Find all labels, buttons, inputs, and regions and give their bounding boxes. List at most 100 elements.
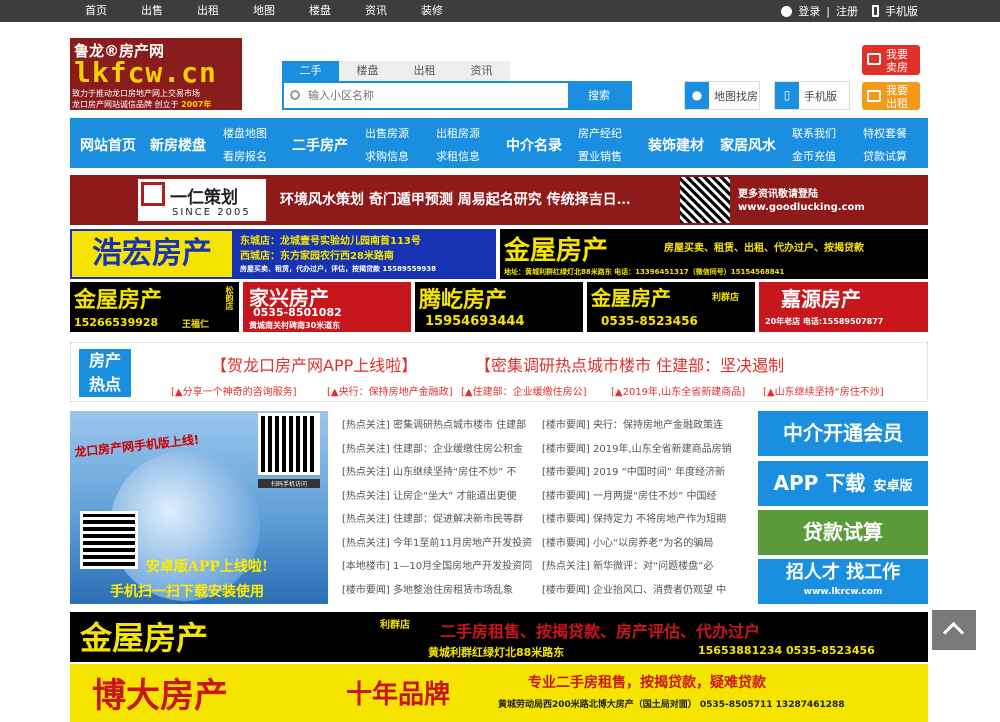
nav-fengshui[interactable]: 家居风水 — [720, 135, 776, 155]
topnav-news[interactable]: 资讯 — [348, 0, 404, 22]
top-nav: 首页 出售 出租 地图 楼盘 资讯 装修 — [68, 0, 460, 22]
list-item[interactable]: [热点关注] 住建部：促进解决新市民等群 — [342, 508, 538, 532]
list-item[interactable]: [楼市要闻] 小心“以房养老”为名的骗局 — [542, 532, 738, 556]
nav-decor[interactable]: 装饰建材 — [648, 135, 704, 155]
ad-jiaxing[interactable]: 家兴房产 0535-8501082 黄城南关村碑南30米道东 — [243, 282, 411, 332]
list-item[interactable]: [楼市要闻] 多地整治住房租赁市场乱象 — [342, 579, 538, 603]
nav-recharge[interactable]: 金币充值 — [792, 148, 836, 164]
hot-link-1[interactable]: [▲分享一个神奇的咨询服务] — [171, 383, 297, 398]
map-search-button[interactable]: ● 地图找房 — [684, 81, 760, 110]
nav-apply[interactable]: 看房报名 — [223, 148, 267, 164]
ad-liqun-name: 金屋房产 — [591, 286, 671, 310]
hot-link-5[interactable]: [▲山东继续坚持“房住不炒] — [763, 383, 884, 398]
ad-haohong[interactable]: 浩宏房产 东城店：龙城壹号实验幼儿园南首113号 西城店：东方家园农行西28米路… — [70, 229, 496, 279]
qr-code-icon — [80, 511, 138, 569]
search-tabs: 二手 楼盘 出租 资讯 — [282, 61, 510, 81]
ad-boda[interactable]: 博大房产 十年品牌 专业二手房租售，按揭贷款，疑难贷款 黄城劳动局西200米路北… — [70, 664, 928, 722]
mobile-site-label: 手机版 — [804, 89, 837, 103]
app-promo-banner[interactable]: 扫码手机访问 龙口房产网手机版上线! 安卓版APP上线啦! 手机扫一扫下载安装使… — [70, 411, 328, 604]
list-item[interactable]: [热点关注] 让房企“坐大” 才能道出更便 — [342, 485, 538, 509]
list-item[interactable]: [热点关注] 密集调研热点城市楼市 住建部 — [342, 414, 538, 438]
list-item[interactable]: [热点关注] 山东继续坚持“房住不炒” 不 — [342, 461, 538, 485]
search-button[interactable]: 搜索 — [568, 83, 630, 108]
list-item[interactable]: [楼市要闻] 2019 “中国时间” 年度经济新 — [542, 461, 738, 485]
nav-secondhand[interactable]: 二手房产 — [292, 135, 348, 155]
mobile-link[interactable]: 手机版 — [885, 3, 918, 19]
list-item[interactable]: [热点关注] 今年1至前11月房地产开发投资 — [342, 532, 538, 556]
nav-agents[interactable]: 中介名录 — [506, 135, 562, 155]
nav-loan[interactable]: 贷款试算 — [863, 148, 907, 164]
nav-vip[interactable]: 特权套餐 — [863, 125, 907, 141]
list-item[interactable]: [热点关注] 新华微评：对“问题楼盘”必 — [542, 555, 738, 579]
site-logo[interactable]: 鲁龙®房产网 lkfcw.cn 致力于推动龙口房地产网上交易市场 龙口房产网站诚… — [70, 38, 242, 110]
list-item[interactable]: [本地楼市] 1—10月全国房地产开发投资同 — [342, 555, 538, 579]
mobile-site-button[interactable]: ▯ 手机版 — [774, 81, 850, 110]
app-download-button[interactable]: APP 下载 安卓版 — [758, 461, 928, 506]
sell-label-2: 卖房 — [886, 61, 908, 74]
topnav-home[interactable]: 首页 — [68, 0, 124, 22]
topnav-sale[interactable]: 出售 — [124, 0, 180, 22]
tab-secondhand[interactable]: 二手 — [282, 61, 339, 81]
register-link[interactable]: 注册 — [836, 3, 858, 19]
list-item[interactable]: [楼市要闻] 保持定力 不将房地产作为短期 — [542, 508, 738, 532]
nav-buy[interactable]: 求购信息 — [365, 148, 409, 164]
jobs-button[interactable]: 招人才 找工作 www.lkrcw.com — [758, 559, 928, 604]
list-item[interactable]: [楼市要闻] 一月两提“房住不炒” 中国经 — [542, 485, 738, 509]
hot-label-2: 热点 — [88, 375, 121, 394]
tab-estates[interactable]: 楼盘 — [339, 61, 396, 81]
phone-icon — [872, 5, 879, 17]
hot-link-4[interactable]: [▲2019年,山东全省新建商品] — [611, 383, 745, 398]
nav-contact[interactable]: 联系我们 — [792, 125, 836, 141]
nav-broker[interactable]: 房产经纪 — [578, 125, 622, 141]
qr-code-icon — [680, 177, 730, 223]
nav-owner[interactable]: 置业销售 — [578, 148, 622, 164]
rent-out-button[interactable]: 我要 出租 — [862, 82, 920, 110]
agent-membership-button[interactable]: 中介开通会员 — [758, 411, 928, 456]
ad-haohong-line1: 东城店：龙城壹号实验幼儿园南首113号 — [240, 236, 421, 247]
ad-bottom-name: 金屋房产 — [80, 619, 209, 657]
topnav-rent[interactable]: 出租 — [180, 0, 236, 22]
nav-newhouse[interactable]: 新房楼盘 — [150, 135, 206, 155]
list-item[interactable]: [楼市要闻] 央行：保持房地产金融政策连 — [542, 414, 738, 438]
list-item[interactable]: [楼市要闻] 企业抬风口、消费者仍观望 中 — [542, 579, 738, 603]
back-to-top-button[interactable] — [932, 610, 976, 650]
hot-link-2[interactable]: [▲央行：保持房地产金融政] — [327, 383, 453, 398]
tab-rent[interactable]: 出租 — [396, 61, 453, 81]
list-item[interactable]: [楼市要闻] 2019年,山东全省新建商品房销 — [542, 438, 738, 462]
rent-label-1: 我要 — [886, 84, 908, 97]
topnav-estates[interactable]: 楼盘 — [292, 0, 348, 22]
hot-link-3[interactable]: [▲住建部：企业缓缴住房公] — [461, 383, 587, 398]
ad-jinwu-1[interactable]: 金屋房产 房屋买卖、租赁、出租、代办过户、按揭贷款 地址：黄城利群红绿灯北88米… — [500, 229, 928, 279]
sell-label-1: 我要 — [886, 48, 908, 61]
topnav-map[interactable]: 地图 — [236, 0, 292, 22]
loan-calculator-button[interactable]: 贷款试算 — [758, 510, 928, 555]
nav-sale[interactable]: 出售房源 — [365, 125, 409, 141]
ad-jiayuan[interactable]: 嘉源房产 20年老店 电话:15589507877 — [759, 282, 928, 332]
jobs-url: www.lkrcw.com — [803, 587, 883, 597]
qr-label: 扫码手机访问 — [258, 479, 320, 488]
tab-news[interactable]: 资讯 — [453, 61, 510, 81]
logo-domain: lkfcw.cn — [74, 56, 217, 89]
ad-haohong-line2: 西城店：东方家园农行西28米路南 — [240, 251, 394, 262]
topnav-decor[interactable]: 装修 — [404, 0, 460, 22]
ad-jinwu-songyun[interactable]: 金屋房产 松韵店 15266539928 王福仁 — [70, 282, 239, 332]
ad-jinwu-liqun[interactable]: 金屋房产 利群店 0535-8523456 — [587, 282, 755, 332]
hot-headline-1[interactable]: 【贺龙口房产网APP上线啦】 — [211, 352, 417, 376]
ad-jinwu-1-line1: 房屋买卖、租赁、出租、代办过户、按揭贷款 — [664, 243, 864, 254]
fengshui-banner[interactable]: 一仁策划 SINCE 2005 环境风水策划 奇门遁甲预测 周易起名研究 传统择… — [70, 175, 928, 225]
nav-rentout[interactable]: 出租房源 — [436, 125, 480, 141]
ad-songyun-person: 王福仁 — [182, 320, 210, 330]
news-list-left: [热点关注] 密集调研热点城市楼市 住建部 [热点关注] 住建部：企业缓缴住房公… — [342, 414, 538, 602]
banner-logo: 一仁策划 SINCE 2005 — [138, 179, 266, 221]
search-input[interactable] — [284, 83, 568, 108]
nav-rentwant[interactable]: 求租信息 — [436, 148, 480, 164]
sell-house-button[interactable]: 我要 卖房 — [862, 45, 920, 75]
hot-headline-2[interactable]: 【密集调研热点城市楼市 住建部：坚决遏制 — [475, 352, 784, 376]
login-link[interactable]: 登录 — [798, 3, 820, 19]
nav-home[interactable]: 网站首页 — [80, 135, 136, 155]
list-item[interactable]: [热点关注] 住建部：企业缓缴住房公积金 — [342, 438, 538, 462]
ad-jinwu-bottom[interactable]: 金屋房产 利群店 二手房租售、按揭贷款、房产评估、代办过户 黄城利群红绿灯北88… — [70, 612, 928, 662]
ad-tengyi[interactable]: 腾屹房产 15954693444 — [415, 282, 583, 332]
hot-label-1: 房产 — [88, 351, 121, 370]
nav-map[interactable]: 楼盘地图 — [223, 125, 267, 141]
